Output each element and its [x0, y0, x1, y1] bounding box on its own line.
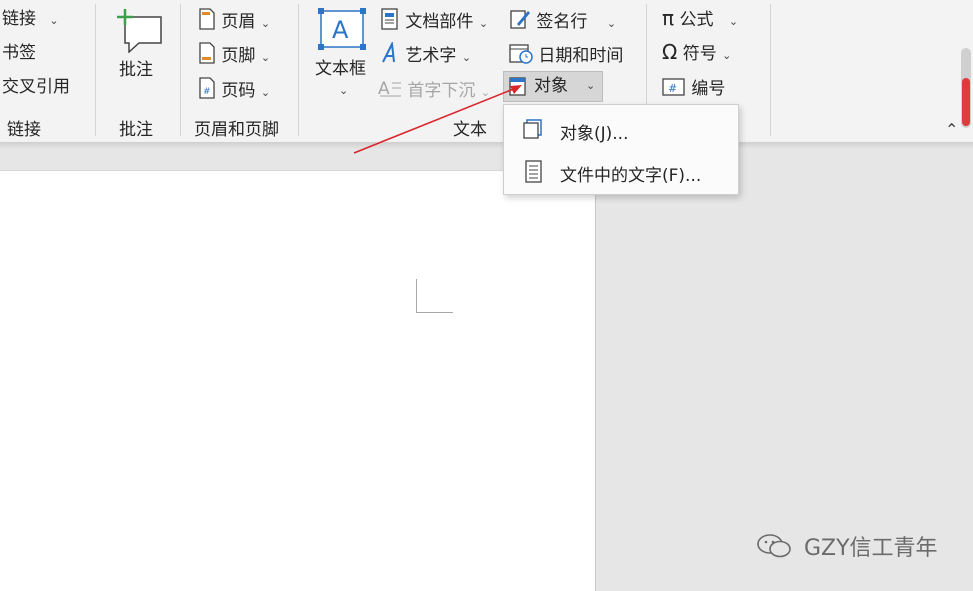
header-icon — [198, 8, 216, 30]
calendar-clock-icon — [509, 42, 533, 64]
link-button[interactable]: 链接 ⌄ — [2, 9, 59, 31]
chevron-down-icon: ⌄ — [49, 14, 59, 27]
date-time-button[interactable]: 日期和时间 — [509, 42, 623, 66]
new-comment-label: 批注 — [119, 60, 153, 80]
footer-button[interactable]: 页脚 ⌄ — [198, 42, 270, 68]
chevron-down-icon: ⌄ — [478, 17, 489, 30]
watermark-text: GZY信工青年 — [804, 536, 938, 561]
watermark: GZY信工青年 — [757, 530, 938, 562]
svg-text:#: # — [668, 82, 677, 95]
quick-parts-icon — [380, 8, 400, 30]
object-dropdown-menu: 对象(J)... 文件中的文字(F)... — [503, 104, 739, 195]
pi-icon: π — [662, 6, 675, 30]
annotation-arrow — [353, 85, 522, 154]
equation-label: 公式 — [679, 10, 714, 30]
document-page[interactable] — [0, 171, 596, 591]
footer-icon — [198, 42, 216, 64]
header-footer-group-label: 页眉和页脚 — [194, 120, 279, 140]
group-divider — [770, 4, 771, 136]
header-label: 页眉 — [221, 12, 256, 32]
date-time-label: 日期和时间 — [538, 46, 624, 66]
symbol-button[interactable]: Ω 符号 ⌄ — [662, 42, 731, 66]
page-number-icon: # — [198, 77, 216, 99]
chevron-down-icon: ⌄ — [260, 86, 271, 99]
chevron-down-icon: ⌄ — [606, 17, 617, 30]
collapse-ribbon-icon[interactable]: ⌃ — [945, 120, 958, 139]
margin-corner-mark — [416, 312, 453, 313]
chevron-down-icon: ⌄ — [461, 51, 472, 64]
links-group-label: 链接 — [7, 120, 41, 140]
group-divider — [95, 4, 96, 136]
wordart-label: 艺术字 — [405, 46, 457, 66]
quick-parts-button[interactable]: 文档部件 ⌄ — [380, 8, 488, 34]
chevron-down-icon: ⌄ — [260, 17, 271, 30]
wordart-button[interactable]: 艺术字 ⌄ — [380, 42, 471, 68]
comments-group-label: 批注 — [119, 120, 153, 140]
group-divider — [298, 4, 299, 136]
cross-reference-button[interactable]: 交叉引用 — [2, 77, 70, 97]
quick-parts-label: 文档部件 — [405, 12, 474, 32]
menu-item-text-from-file[interactable]: 文件中的文字(F)... — [504, 151, 738, 191]
bookmark-button[interactable]: 书签 — [2, 43, 36, 63]
page-number-label: 页码 — [221, 81, 256, 101]
textbox-icon: A — [318, 8, 366, 50]
textbox-label: 文本框 — [315, 59, 366, 79]
new-comment-icon — [115, 7, 163, 53]
svg-text:#: # — [203, 87, 211, 97]
footer-label: 页脚 — [221, 46, 256, 66]
chevron-down-icon: ⌄ — [728, 15, 739, 28]
menu-item-object-label: 对象(J)... — [560, 124, 629, 144]
numbering-icon: # — [662, 77, 686, 97]
group-divider — [180, 4, 181, 136]
signature-line-button[interactable]: 签名行 ⌄ — [509, 8, 616, 34]
signature-line-label: 签名行 — [536, 12, 588, 32]
numbering-label: 编号 — [691, 79, 726, 99]
symbol-label: 符号 — [682, 44, 717, 64]
chevron-down-icon: ⌄ — [260, 51, 271, 64]
equation-button[interactable]: π 公式 ⌄ — [662, 8, 738, 32]
chevron-down-icon: ⌄ — [586, 79, 596, 92]
wordart-icon — [380, 42, 400, 64]
chevron-down-icon: ⌄ — [339, 84, 349, 97]
svg-text:A: A — [332, 16, 349, 44]
menu-item-object[interactable]: 对象(J)... — [504, 109, 738, 149]
wechat-icon — [757, 533, 791, 559]
text-from-file-icon — [524, 160, 544, 184]
numbering-button[interactable]: # 编号 — [662, 77, 725, 99]
chevron-down-icon: ⌄ — [722, 49, 732, 62]
page-number-button[interactable]: # 页码 ⌄ — [198, 77, 270, 103]
header-button[interactable]: 页眉 ⌄ — [198, 8, 270, 34]
object-label: 对象 — [534, 76, 568, 96]
margin-corner-mark — [416, 279, 417, 312]
link-label: 链接 — [2, 9, 36, 29]
new-comment-button[interactable]: 批注 — [106, 4, 166, 94]
signature-line-icon — [509, 8, 531, 30]
omega-icon: Ω — [662, 40, 678, 64]
ribbon-scrollbar[interactable] — [960, 48, 972, 128]
menu-item-text-from-file-label: 文件中的文字(F)... — [560, 166, 702, 186]
